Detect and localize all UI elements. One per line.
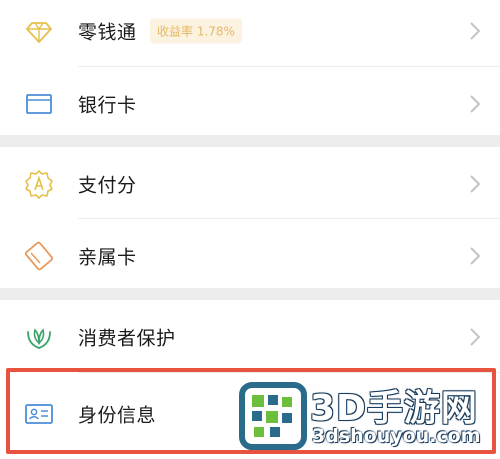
menu-item-label: 银行卡 [78, 94, 137, 117]
hands-leaf-icon [27, 328, 51, 349]
yield-rate-badge: 收益率 1.78% [150, 18, 242, 44]
menu-item-label: 亲属卡 [78, 246, 137, 269]
watermark-url: 3dshouyou.com [312, 425, 481, 447]
chevron-right-icon [470, 247, 481, 265]
watermark-logo [239, 382, 307, 450]
menu-item-label: 零钱通 [78, 21, 137, 44]
section-separator [0, 135, 500, 147]
menu-item-label: 消费者保护 [78, 327, 176, 350]
menu-item-label: 支付分 [78, 174, 137, 197]
id-card-icon [25, 404, 53, 424]
menu-item-family-card[interactable]: 亲属卡 [0, 219, 500, 293]
chevron-right-icon [470, 328, 481, 346]
menu-item-consumer-protection[interactable]: 消费者保护 [0, 300, 500, 374]
watermark: 3D手游网 3dshouyou.com [238, 375, 494, 455]
menu-item-bank-card[interactable]: 银行卡 [0, 67, 500, 141]
chevron-right-icon [470, 175, 481, 193]
menu-item-pay-score[interactable]: 支付分 [0, 147, 500, 221]
diamond-icon [26, 22, 52, 43]
bank-card-icon [26, 94, 52, 114]
watermark-brand: 3D手游网 [310, 388, 478, 429]
badge-a-icon [25, 170, 53, 199]
menu-item-label: 身份信息 [78, 404, 157, 427]
chevron-right-icon [470, 22, 481, 40]
section-separator [0, 288, 500, 300]
wallet-menu: 零钱通 收益率 1.78% 银行卡 支付分 亲属卡 消费者保护 身份信息 3D手… [0, 0, 500, 459]
menu-item-change-pocket[interactable]: 零钱通 收益率 1.78% [0, 0, 500, 68]
chevron-right-icon [470, 95, 481, 113]
row-divider [78, 372, 500, 373]
family-card-icon [24, 241, 54, 271]
